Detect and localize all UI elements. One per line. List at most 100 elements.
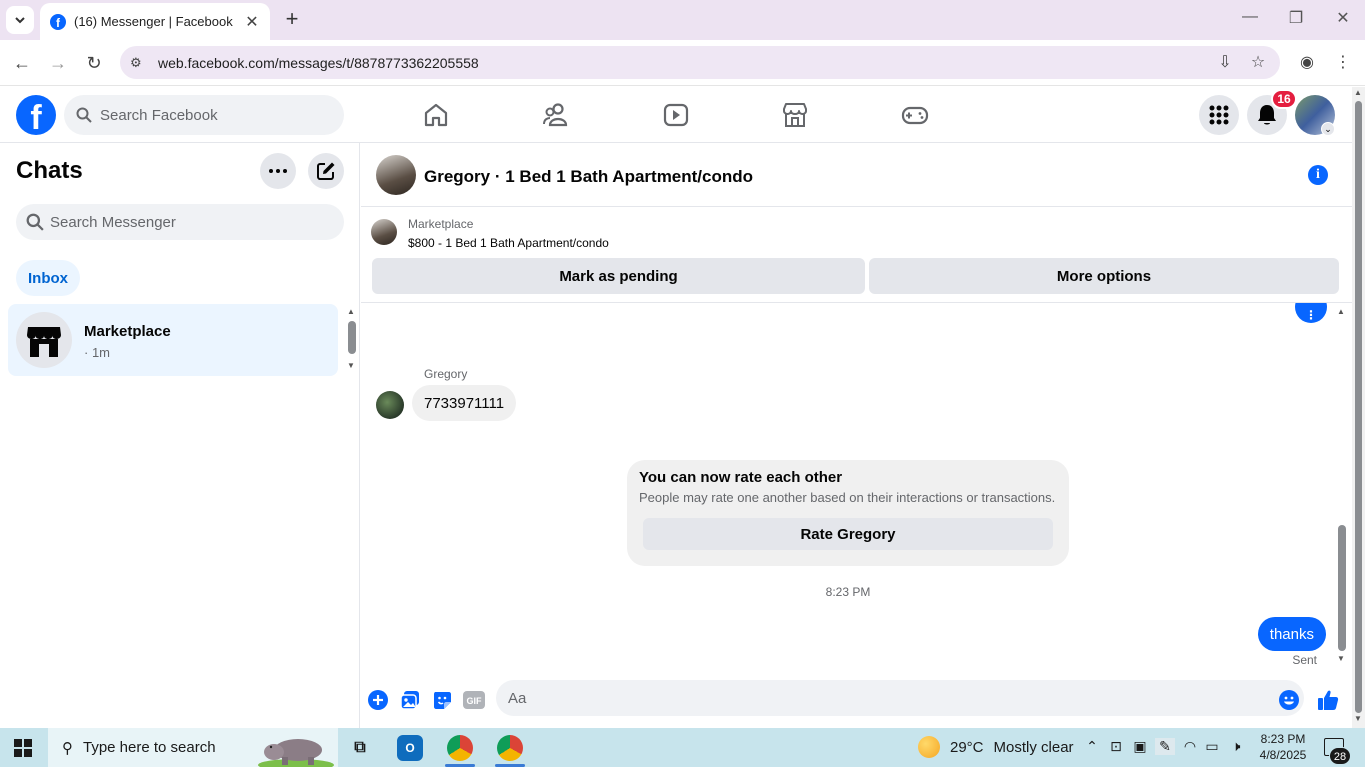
gaming-icon[interactable] [899,99,931,131]
new-tab-button[interactable]: + [280,8,304,32]
scroll-up-arrow-icon[interactable]: ▲ [1354,88,1362,97]
wifi-icon[interactable]: ◠ [1180,738,1200,755]
weather-widget[interactable]: 29°C Mostly clear [918,736,1074,758]
messenger-search-box[interactable] [16,204,344,240]
marketplace-icon[interactable] [779,99,811,131]
chat-options-button[interactable] [260,153,296,189]
message-input[interactable] [508,689,1248,707]
sticker-icon[interactable] [431,689,453,711]
message-composer: GIF [361,673,1352,728]
conversation-panel: Gregory · 1 Bed 1 Bath Apartment/condo i… [361,143,1352,728]
scroll-up-arrow-icon[interactable]: ▲ [347,307,355,316]
back-arrow-icon[interactable]: ← [9,50,35,76]
taskbar-search-text: Type here to search [83,739,216,756]
menu-grid-icon [1209,105,1229,125]
page-scrollbar-thumb[interactable] [1355,101,1362,713]
address-url: web.facebook.com/messages/t/887877336220… [158,54,479,71]
listing-source-label: Marketplace [408,217,474,231]
more-options-button[interactable]: More options [869,258,1339,294]
battery-icon[interactable]: ▭ [1202,738,1222,755]
tab-search-button[interactable] [6,6,34,34]
rating-card: You can now rate each other People may r… [627,460,1069,566]
gif-icon[interactable]: GIF [463,689,485,711]
browser-toolbar: ← → ↻ ⚙ web.facebook.com/messages/t/8878… [0,40,1365,86]
close-tab-icon[interactable]: ✕ [244,12,260,32]
marketplace-avatar [16,312,72,368]
taskbar-clock[interactable]: 8:23 PM 4/8/2025 [1248,731,1318,763]
incoming-message[interactable]: 7733971111 [412,385,517,421]
scroll-up-arrow-icon[interactable]: ▲ [1337,307,1345,316]
message-timestamp: 8:23 PM [825,585,871,599]
clock-date: 4/8/2025 [1259,748,1307,762]
chrome-profile-icon[interactable] [497,735,523,761]
facebook-search-input[interactable] [100,106,320,124]
compose-icon [317,162,335,180]
message-thread: ⋮ Gregory 7733971111 You can now rate ea… [361,303,1352,673]
scroll-down-arrow-icon[interactable]: ▼ [1354,714,1362,723]
info-icon[interactable]: i [1308,165,1328,185]
mark-as-pending-button[interactable]: Mark as pending [372,258,865,294]
thread-scrollbar[interactable] [1338,525,1346,651]
message-input-box[interactable] [496,680,1304,716]
chat-list-item[interactable]: Marketplace · 1m [8,304,338,376]
friends-icon[interactable] [540,99,572,131]
outlook-icon[interactable]: O [397,735,423,761]
photo-icon[interactable] [399,689,421,711]
page-scrollbar[interactable]: ▲ ▼ [1352,87,1365,728]
meet-now-icon[interactable]: ⊡ [1106,738,1126,755]
minimize-window-icon[interactable]: — [1238,8,1262,26]
facebook-logo-icon[interactable]: f [16,95,56,135]
forward-arrow-icon[interactable]: → [45,50,71,76]
conversation-title[interactable]: Gregory · 1 Bed 1 Bath Apartment/condo [424,167,753,187]
camera-icon[interactable]: ▣ [1130,738,1150,755]
facebook-search-box[interactable] [64,95,344,135]
browser-tab-active[interactable]: f (16) Messenger | Facebook ✕ [40,3,270,40]
chat-name: Marketplace [84,323,171,340]
install-app-icon[interactable]: ⇩ [1215,53,1235,73]
chevron-down-icon [15,17,25,24]
new-message-button[interactable] [308,153,344,189]
emoji-icon[interactable] [1278,689,1300,711]
sender-avatar[interactable] [376,391,404,419]
restore-window-icon[interactable]: ❐ [1284,8,1308,28]
clock-time: 8:23 PM [1260,732,1306,746]
pen-icon[interactable]: ✎ [1155,738,1175,755]
search-icon: ⚲ [62,739,73,757]
messenger-search-input[interactable] [50,213,320,231]
scroll-down-arrow-icon[interactable]: ▼ [347,361,355,370]
task-view-icon[interactable]: ⧉ [347,735,373,761]
listing-thumbnail[interactable] [371,219,397,245]
account-chevron-icon[interactable]: ⌄ [1321,122,1335,136]
windows-start-icon[interactable] [14,739,32,757]
rating-title: You can now rate each other [639,469,843,486]
reload-icon[interactable]: ↻ [81,50,107,76]
close-window-icon[interactable]: ✕ [1331,8,1355,28]
rate-button[interactable]: Rate Gregory [643,518,1053,550]
more-dots-icon [269,169,287,173]
weather-moon-icon [918,736,940,758]
menu-grid-button[interactable] [1199,95,1239,135]
bookmark-star-icon[interactable]: ☆ [1248,53,1268,73]
outgoing-message[interactable]: thanks [1257,617,1326,651]
browser-menu-icon[interactable]: ⋮ [1333,53,1353,73]
plus-circle-icon[interactable] [367,689,389,711]
chat-list-scrollbar[interactable] [348,321,356,354]
gif-label: GIF [467,696,483,706]
site-settings-icon[interactable]: ⚙ [130,55,148,71]
contact-avatar[interactable] [376,155,416,195]
thumbs-up-icon[interactable] [1317,689,1339,711]
search-icon [26,213,44,231]
scroll-down-arrow-icon[interactable]: ▼ [1337,654,1345,663]
volume-muted-icon[interactable]: 🕨 [1226,738,1246,755]
chrome-icon[interactable] [447,735,473,761]
listing-title[interactable]: $800 - 1 Bed 1 Bath Apartment/condo [408,236,609,250]
conversation-header: Gregory · 1 Bed 1 Bath Apartment/condo i [361,143,1352,207]
chats-panel: Chats Inbox Marketplace · 1m ▲ ▼ [0,143,360,728]
show-hidden-icons-chevron-icon[interactable]: ⌃ [1082,738,1102,755]
inbox-filter-tab[interactable]: Inbox [16,260,80,296]
address-bar[interactable]: ⚙ web.facebook.com/messages/t/8878773362… [120,46,1280,79]
profile-icon[interactable]: ◉ [1297,53,1317,73]
video-icon[interactable] [660,99,692,131]
sender-name: Gregory [424,367,468,381]
home-icon[interactable] [420,99,452,131]
